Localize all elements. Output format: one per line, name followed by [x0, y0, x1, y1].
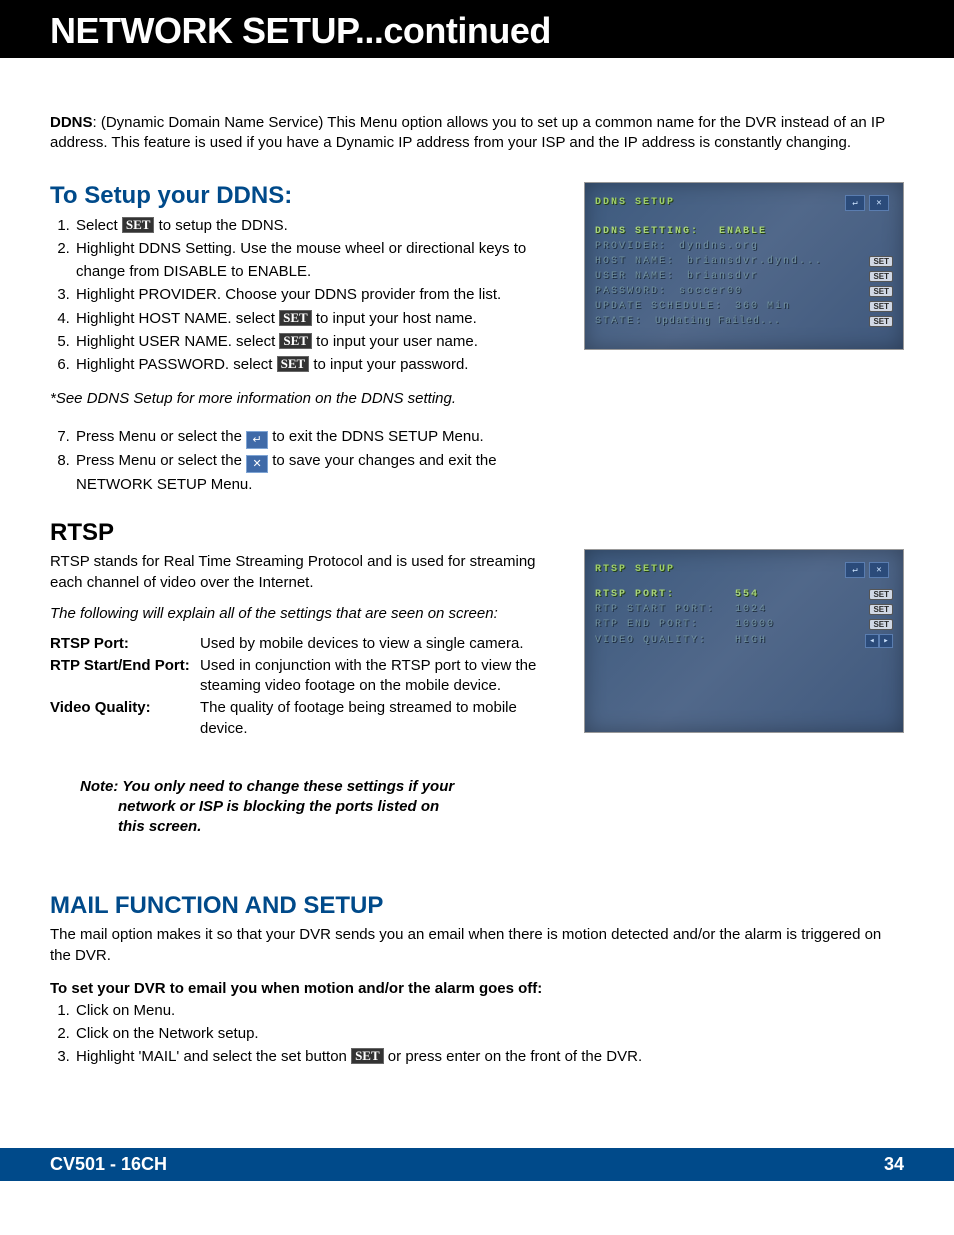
x-icon: ✕ — [869, 195, 889, 211]
mail-step-1: Click on Menu. — [74, 999, 904, 1022]
rtsp-intro: RTSP stands for Real Time Streaming Prot… — [50, 551, 564, 593]
ddns-footnote: *See DDNS Setup for more information on … — [50, 390, 564, 407]
arrow-right-icon: ▸ — [879, 634, 893, 648]
ddns-steps-2: Press Menu or select the ↵ to exit the D… — [50, 425, 564, 496]
step-8: Press Menu or select the ✕ to save your … — [74, 449, 564, 496]
set-icon: SET — [279, 310, 312, 326]
page-header: NETWORK SETUP...continued — [0, 0, 954, 58]
ddns-steps: Select SET to setup the DDNS. Highlight … — [50, 214, 564, 377]
rtsp-defs: RTSP Port:Used by mobile devices to view… — [50, 634, 564, 739]
ddns-heading: To Setup your DDNS: — [50, 182, 564, 210]
def-row: RTP Start/End Port:Used in conjunction w… — [50, 656, 564, 697]
mini-set-icon: SET — [869, 256, 893, 267]
rtsp-screenshot: ↵✕ RTSP SETUP RTSP PORT:554SET RTP START… — [584, 549, 904, 733]
content-area: DDNS: (Dynamic Domain Name Service) This… — [0, 58, 954, 1068]
step-4: Highlight HOST NAME. select SET to input… — [74, 307, 564, 330]
screenshot-nav-icons: ↵✕ — [845, 195, 889, 211]
mail-intro: The mail option makes it so that your DV… — [50, 924, 904, 966]
step-7: Press Menu or select the ↵ to exit the D… — [74, 425, 564, 449]
mini-set-icon: SET — [869, 286, 893, 297]
step-6: Highlight PASSWORD. select SET to input … — [74, 353, 564, 376]
mini-set-icon: SET — [869, 301, 893, 312]
mail-steps: Click on Menu. Click on the Network setu… — [50, 999, 904, 1069]
mail-step-3: Highlight 'MAIL' and select the set butt… — [74, 1045, 904, 1068]
mini-set-icon: SET — [869, 619, 893, 630]
def-row: Video Quality:The quality of footage bei… — [50, 698, 564, 739]
rtsp-heading: RTSP — [50, 519, 564, 547]
close-icon: ✕ — [246, 455, 268, 473]
ddns-intro: DDNS: (Dynamic Domain Name Service) This… — [50, 113, 904, 154]
page-footer: CV501 - 16CH 34 — [0, 1148, 954, 1181]
step-2: Highlight DDNS Setting. Use the mouse wh… — [74, 237, 564, 284]
step-1: Select SET to setup the DDNS. — [74, 214, 564, 237]
x-icon: ✕ — [869, 562, 889, 578]
mini-set-icon: SET — [869, 271, 893, 282]
mini-set-icon: SET — [869, 589, 893, 600]
rtsp-explain: The following will explain all of the se… — [50, 603, 564, 624]
mail-step-2: Click on the Network setup. — [74, 1022, 904, 1045]
ddns-desc: : (Dynamic Domain Name Service) This Men… — [50, 114, 885, 151]
return-icon: ↵ — [246, 431, 268, 449]
mini-set-icon: SET — [869, 316, 893, 327]
screenshot-nav-icons: ↵✕ — [845, 562, 889, 578]
step-5: Highlight USER NAME. select SET to input… — [74, 330, 564, 353]
step-3: Highlight PROVIDER. Choose your DDNS pro… — [74, 283, 564, 306]
set-icon: SET — [351, 1048, 384, 1064]
footer-model: CV501 - 16CH — [50, 1154, 167, 1175]
def-row: RTSP Port:Used by mobile devices to view… — [50, 634, 564, 654]
ddns-screenshot: ↵✕ DDNS SETUP DDNS SETTING:ENABLE PROVID… — [584, 182, 904, 350]
footer-page: 34 — [884, 1154, 904, 1175]
arrow-left-icon: ◂ — [865, 634, 879, 648]
mail-heading: MAIL FUNCTION AND SETUP — [50, 892, 904, 920]
ddns-term: DDNS — [50, 114, 93, 131]
set-icon: SET — [122, 217, 155, 233]
set-icon: SET — [277, 356, 310, 372]
mini-set-icon: SET — [869, 604, 893, 615]
back-icon: ↵ — [845, 562, 865, 578]
page-title: NETWORK SETUP...continued — [50, 10, 904, 52]
mail-sub: To set your DVR to email you when motion… — [50, 980, 904, 997]
rtsp-note-box: Note: You only need to change these sett… — [50, 763, 510, 852]
arrow-icons: ◂▸ — [865, 634, 893, 648]
back-icon: ↵ — [845, 195, 865, 211]
set-icon: SET — [279, 333, 312, 349]
